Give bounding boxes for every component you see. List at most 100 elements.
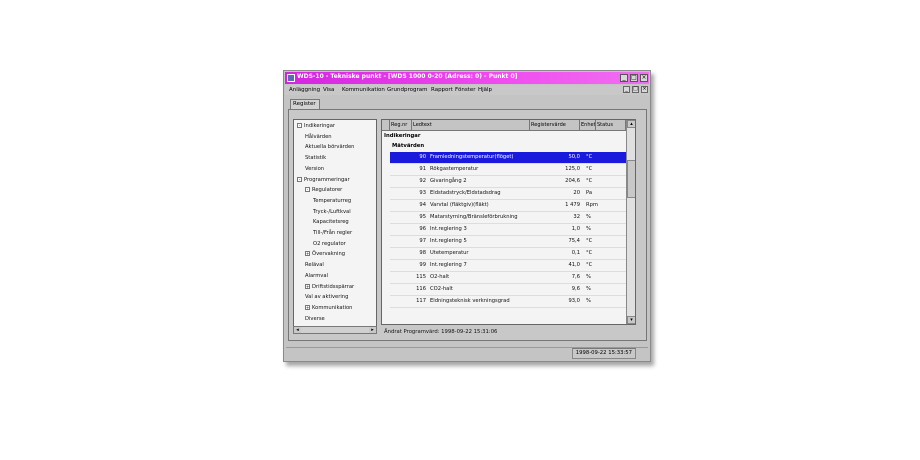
tree-node-label: Aktuella börvärden (305, 144, 355, 151)
menu-kommunikation[interactable]: Kommunikation (342, 87, 385, 93)
scroll-right-icon[interactable]: ▸ (369, 327, 376, 333)
tree-node-label: Statistik (305, 155, 327, 162)
table-row[interactable]: 99 Int.reglering 7 41,0 °C (390, 260, 630, 272)
table-row[interactable]: 116 CO2-halt 9,6% (390, 284, 630, 296)
menu-hjalp[interactable]: Hjälp (478, 87, 492, 93)
collapse-icon[interactable]: - (305, 187, 310, 193)
tree-node[interactable]: Diverse (305, 315, 325, 324)
col-header-regnr[interactable]: Reg.nr (390, 120, 412, 130)
tree-node[interactable]: - Programmeringar (297, 176, 350, 185)
menu-rapport[interactable]: Rapport (431, 87, 453, 93)
cell-value: 20 (573, 190, 580, 196)
tree-node[interactable]: Val av aktivering (305, 293, 348, 302)
cell-regnr: 117 (416, 298, 426, 304)
table-row[interactable]: 95 Matarstyrning/Bränsleförbrukning 32% (390, 212, 630, 224)
collapse-icon[interactable]: - (297, 123, 302, 128)
table-row[interactable]: 93 Eldstadstryck/Eldstadsdrag 20 Pa (390, 188, 630, 200)
tree-node[interactable]: - Indikeringar (297, 122, 335, 131)
cell-regnr: 92 (419, 178, 426, 184)
tree-node[interactable]: Reläval (305, 261, 324, 270)
register-grid[interactable]: Reg.nr Ledtext Registervärde Enhet Statu… (381, 119, 636, 325)
cell-ledtext: Rökgastemperatur (430, 166, 479, 172)
collapse-icon[interactable]: - (297, 176, 302, 182)
cell-unit: % (586, 274, 591, 280)
menu-anlaggning[interactable]: Anläggning (289, 87, 320, 93)
table-row[interactable]: 97 Int.reglering 5 75,4 °C (390, 236, 630, 248)
table-row[interactable]: 115 O2-halt 7,6% (390, 272, 630, 284)
table-row[interactable]: 96 Int.reglering 3 1,0% (390, 224, 630, 236)
close-button[interactable]: × (640, 74, 648, 82)
cell-ledtext: O2-halt (430, 274, 450, 280)
application-window: WDS-10 - Tekniske punkt - [WDS 1000 0-20… (283, 70, 651, 362)
tree-node[interactable]: Alarmval (305, 272, 328, 281)
expand-icon[interactable]: + (305, 304, 310, 310)
grid-subgroup-title: Mätvärden (392, 143, 425, 149)
mdi-close-button[interactable]: × (641, 86, 648, 93)
tree-node[interactable]: Kapacitetsreg (313, 218, 349, 227)
table-row[interactable]: 91 Rökgastemperatur 125,0 °C (390, 164, 630, 176)
tree-node-label: Regulatorer (312, 187, 343, 194)
tree-node[interactable]: Version (305, 165, 324, 174)
tree-node-label: Alarmval (305, 272, 328, 279)
scroll-left-icon[interactable]: ◂ (294, 327, 301, 333)
menu-visa[interactable]: Visa (323, 87, 334, 93)
cell-value: 1,0 (571, 226, 580, 232)
cell-unit: % (586, 298, 591, 304)
app-icon[interactable] (287, 74, 295, 82)
expand-icon[interactable]: + (305, 251, 310, 257)
tab-register[interactable]: Register (290, 99, 320, 109)
menu-grundprogram[interactable]: Grundprogram (387, 87, 427, 93)
col-header-registervarde[interactable]: Registervärde (530, 120, 580, 130)
cell-unit: °C (586, 166, 593, 172)
tree-node[interactable]: Aktuella börvärden (305, 143, 354, 152)
cell-value: 9,6 (571, 286, 580, 292)
cell-regnr: 98 (419, 250, 426, 256)
col-header-enhet[interactable]: Enhet (580, 120, 596, 130)
cell-regnr: 90 (419, 154, 426, 160)
maximize-button[interactable]: □ (630, 74, 638, 82)
table-row[interactable]: 117 Eldningsteknisk verkningsgrad 93,0% (390, 296, 630, 308)
menu-fonster[interactable]: Fönster (455, 87, 476, 93)
tree-node-label: Indikeringar (304, 123, 336, 129)
mdi-minimize-button[interactable]: _ (623, 86, 630, 93)
grid-vertical-scrollbar[interactable]: ▴ ▾ (626, 120, 635, 324)
tree-node[interactable]: Till-/Från regler (313, 229, 352, 238)
tree-node[interactable]: + Driftstidsspärrar (305, 283, 354, 292)
col-header-marker[interactable] (382, 120, 390, 130)
tree-node[interactable]: Statistik (305, 154, 326, 163)
table-row[interactable]: 94 Varvtal (fläktgiv)(fläkt) 1 479 Rpm (390, 200, 630, 212)
tree-node-label: Hålvärden (305, 133, 332, 140)
mdi-restore-button[interactable]: □ (632, 86, 639, 93)
table-row[interactable]: 92 Givaringång 2 204,6 °C (390, 176, 630, 188)
col-header-status[interactable]: Status (596, 120, 626, 130)
scroll-thumb[interactable] (627, 160, 635, 198)
cell-unit: °C (586, 250, 593, 256)
minimize-button[interactable]: _ (620, 74, 628, 82)
scroll-down-icon[interactable]: ▾ (627, 316, 635, 324)
col-header-ledtext[interactable]: Ledtext (412, 120, 530, 130)
scroll-up-icon[interactable]: ▴ (627, 120, 635, 128)
info-bar: Ändrat Programvärd: 1998-09-22 15:31:06 (384, 329, 498, 335)
tree-node[interactable]: + Övervakning (305, 250, 345, 259)
tree-horizontal-scrollbar[interactable]: ◂ ▸ (293, 326, 377, 334)
cell-value: 41,0 (568, 262, 580, 268)
tree-node[interactable]: Temperaturreg (313, 197, 351, 206)
tree-node[interactable]: Hålvärden (305, 133, 332, 142)
tree-node[interactable]: O2 regulator (313, 240, 346, 249)
title-bar[interactable]: WDS-10 - Tekniske punkt - [WDS 1000 0-20… (285, 72, 649, 84)
cell-regnr: 93 (419, 190, 426, 196)
tree-node[interactable]: - Regulatorer (305, 186, 342, 195)
cell-ledtext: Int.reglering 3 (430, 226, 467, 232)
cell-ledtext: Int.reglering 5 (430, 238, 467, 244)
table-row[interactable]: 98 Utetemperatur 0,1 °C (390, 248, 630, 260)
tree-view[interactable]: - Indikeringar Hålvärden Aktuella börvärden… (293, 119, 377, 327)
cell-regnr: 116 (416, 286, 426, 292)
cell-value: 204,6 (565, 178, 580, 184)
cell-value: 50,0 (568, 154, 580, 160)
cell-value: 7,6 (571, 274, 580, 280)
tree-node[interactable]: Tryck-/Luftkval (313, 208, 351, 217)
tree-node[interactable]: + Kommunikation (305, 304, 352, 313)
expand-icon[interactable]: + (305, 283, 310, 289)
cell-value: 1 479 (565, 202, 580, 208)
table-row[interactable]: 90 Framledningstemperatur(flöget) 50,0 °C (390, 152, 630, 164)
